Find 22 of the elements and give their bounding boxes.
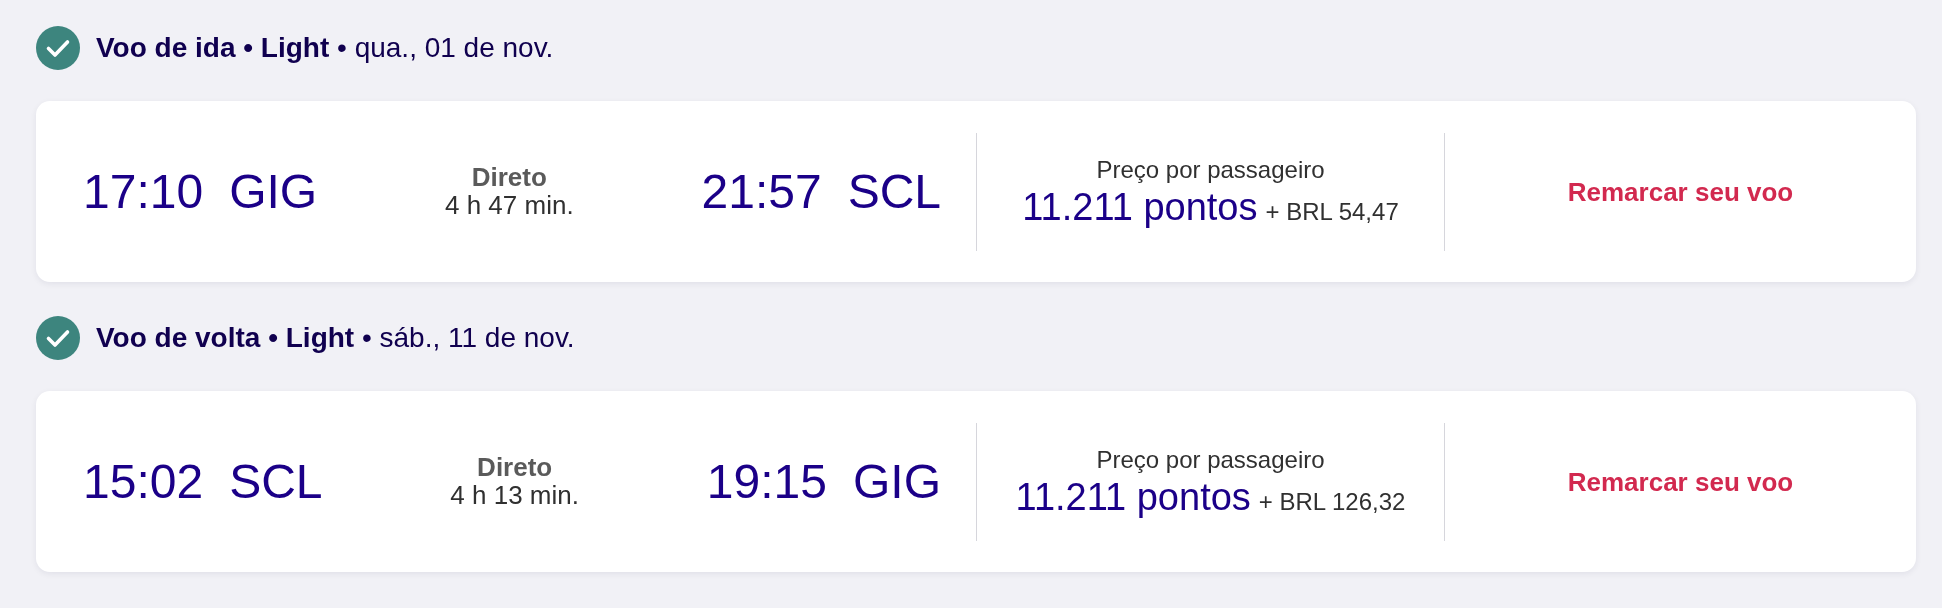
duration-text: 4 h 47 min. <box>445 191 574 222</box>
points-price: 11.211 pontos <box>1015 475 1251 519</box>
price-label: Preço por passageiro <box>1096 445 1325 474</box>
arrival-airport: GIG <box>853 458 941 506</box>
departure-time: 15:02 <box>83 458 204 506</box>
stops-label: Direto <box>477 452 553 482</box>
cash-price: + BRL 126,32 <box>1258 487 1406 516</box>
arrival-time: 21:57 <box>701 168 822 216</box>
points-price: 11.211 pontos <box>1022 185 1258 229</box>
price-label: Preço por passageiro <box>1096 155 1325 184</box>
arrival-time: 19:15 <box>706 458 827 506</box>
departure-airport: GIG <box>229 168 318 216</box>
departure-airport: SCL <box>229 458 323 506</box>
flight-heading: Voo de ida • Light • qua., 01 de nov. <box>96 32 554 64</box>
reschedule-link[interactable]: Remarcar seu voo <box>1557 170 1804 214</box>
arrival-airport: SCL <box>847 168 941 216</box>
reschedule-link[interactable]: Remarcar seu voo <box>1557 460 1804 504</box>
flight-heading: Voo de volta • Light • sáb., 11 de nov. <box>96 322 575 354</box>
stops-label: Direto <box>471 162 547 192</box>
cash-price: + BRL 54,47 <box>1265 197 1399 226</box>
departure-time: 17:10 <box>83 168 204 216</box>
duration-text: 4 h 13 min. <box>450 481 579 512</box>
